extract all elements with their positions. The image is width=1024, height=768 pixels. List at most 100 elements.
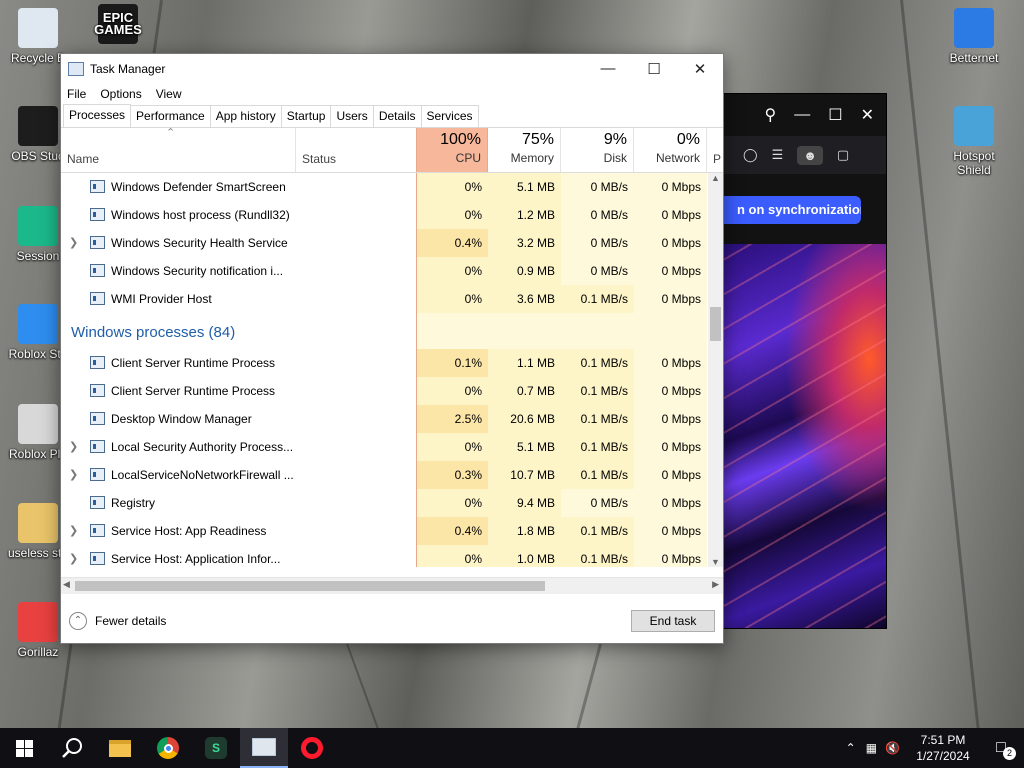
title-bar[interactable]: Task Manager — ☐ ✕ <box>61 54 723 83</box>
cpu-cell: 0% <box>416 285 488 313</box>
column-network-header[interactable]: 0% Network <box>634 128 707 172</box>
cpu-cell: 0% <box>416 433 488 461</box>
network-cell: 0 Mbps <box>634 257 707 285</box>
network-cell: 0 Mbps <box>634 349 707 377</box>
process-name: Windows Security Health Service <box>111 236 288 250</box>
close-button[interactable]: ✕ <box>677 54 723 83</box>
tab-details[interactable]: Details <box>372 105 422 127</box>
sync-banner-button[interactable]: n on synchronization <box>721 196 861 224</box>
table-row[interactable]: Windows Security notification i... 0% 0.9 … <box>61 257 723 285</box>
start-button[interactable] <box>0 728 48 768</box>
group-cpu-cell <box>416 313 488 349</box>
table-row[interactable]: ❯ LocalServiceNoNetworkFirewall ... 0.3% 10… <box>61 461 723 489</box>
tab-app-history[interactable]: App history <box>209 105 282 127</box>
table-row[interactable]: ❯ Service Host: Application Infor... 0% 1.0… <box>61 545 723 567</box>
cube-icon[interactable]: ▢ <box>837 147 849 163</box>
hotspot-shield-shortcut[interactable]: Hotspot Shield <box>936 106 1012 177</box>
column-name-header[interactable]: ⌃ Name <box>61 127 295 172</box>
scroll-down-icon[interactable]: ▼ <box>708 557 723 567</box>
search-button[interactable] <box>48 728 96 768</box>
vertical-scrollbar[interactable]: ▲ ▼ <box>708 173 723 567</box>
search-icon[interactable]: ⚲ <box>765 105 777 125</box>
session-icon <box>18 206 58 246</box>
camera-icon[interactable]: ◯ <box>743 147 758 163</box>
task-manager-taskbar-button[interactable] <box>240 728 288 768</box>
chrome-button[interactable] <box>144 728 192 768</box>
scroll-right-icon[interactable]: ▶ <box>712 579 719 590</box>
tab-processes[interactable]: Processes <box>63 104 132 127</box>
table-row[interactable]: ❯ Service Host: App Readiness 0.4% 1.8 MB 0.… <box>61 517 723 545</box>
betternet-shortcut[interactable]: Betternet <box>936 8 1012 65</box>
scroll-up-icon[interactable]: ▲ <box>708 173 723 183</box>
volume-muted-icon[interactable]: 🔇 <box>885 741 900 755</box>
tab-performance[interactable]: Performance <box>130 105 211 127</box>
fewer-details-link[interactable]: Fewer details <box>95 614 166 628</box>
table-row[interactable]: Windows host process (Rundll32) 0% 1.2 MB 0… <box>61 201 723 229</box>
process-status <box>295 349 416 377</box>
memory-cell: 9.4 MB <box>488 489 561 517</box>
table-row[interactable]: ❯ Local Security Authority Process... 0% 5.… <box>61 433 723 461</box>
process-name: Windows host process (Rundll32) <box>111 208 290 222</box>
menu-options[interactable]: Options <box>100 87 141 101</box>
session-button[interactable]: S <box>192 728 240 768</box>
taskbar: S ⌃ ▦ 🔇 7:51 PM 1/27/2024 □ 2 <box>0 728 1024 768</box>
table-row[interactable]: Client Server Runtime Process 0.1% 1.1 MB 0… <box>61 349 723 377</box>
column-cpu-header[interactable]: 100% CPU <box>416 128 488 172</box>
process-name: Service Host: Application Infor... <box>111 552 281 566</box>
table-row[interactable]: ❯ Windows Security Health Service 0.4% 3.2 … <box>61 229 723 257</box>
close-icon[interactable]: ✕ <box>861 105 874 125</box>
maximize-icon[interactable]: ☐ <box>828 105 842 125</box>
tab-startup[interactable]: Startup <box>280 105 332 127</box>
menu-file[interactable]: File <box>67 87 86 101</box>
process-name: Local Security Authority Process... <box>111 440 294 454</box>
network-cell: 0 Mbps <box>634 545 707 567</box>
epic-games-shortcut[interactable]: EPIC GAMES <box>88 4 148 47</box>
memory-cell: 3.2 MB <box>488 229 561 257</box>
horizontal-scrollbar[interactable]: ◀ ▶ <box>61 577 723 594</box>
task-manager-window[interactable]: Task Manager — ☐ ✕ File Options View Pro… <box>60 53 724 644</box>
browser-window[interactable]: ⚲ — ☐ ✕ ◯ ☰ ☻ ▢ n on synchronization <box>720 93 887 629</box>
table-row[interactable]: WMI Provider Host 0% 3.6 MB 0.1 MB/s 0 Mbps <box>61 285 723 313</box>
scroll-left-icon[interactable]: ◀ <box>63 579 70 590</box>
opera-button[interactable] <box>288 728 336 768</box>
table-row[interactable]: Registry 0% 9.4 MB 0 MB/s 0 Mbps <box>61 489 723 517</box>
end-task-button[interactable]: End task <box>631 610 715 632</box>
process-name: Windows Defender SmartScreen <box>111 180 286 194</box>
browser-toolbar: ◯ ☰ ☻ ▢ <box>721 136 886 174</box>
column-disk-header[interactable]: 9% Disk <box>561 128 634 172</box>
notification-center-button[interactable]: □ 2 <box>978 728 1024 768</box>
group-row[interactable]: Windows processes (84) <box>61 313 723 349</box>
maximize-button[interactable]: ☐ <box>631 54 677 83</box>
process-name: Client Server Runtime Process <box>111 384 276 398</box>
memory-label: Memory <box>510 151 554 165</box>
minimize-button[interactable]: — <box>585 54 631 83</box>
network-cell: 0 Mbps <box>634 433 707 461</box>
recycle-bin-icon <box>18 8 58 48</box>
scroll-thumb[interactable] <box>710 307 721 341</box>
disk-cell: 0 MB/s <box>561 257 634 285</box>
process-status <box>295 517 416 545</box>
table-row[interactable]: Desktop Window Manager 2.5% 20.6 MB 0.1 MB/… <box>61 405 723 433</box>
minimize-icon[interactable]: — <box>794 106 810 124</box>
chevron-up-icon[interactable]: ⌃ <box>69 612 87 630</box>
disk-total: 9% <box>603 131 627 148</box>
column-memory-header[interactable]: 75% Memory <box>488 128 561 172</box>
chevron-up-icon[interactable]: ⌃ <box>846 741 856 755</box>
tab-services[interactable]: Services <box>420 105 479 127</box>
table-row[interactable]: Client Server Runtime Process 0% 0.7 MB 0.1… <box>61 377 723 405</box>
network-icon[interactable]: ▦ <box>866 741 877 755</box>
table-row[interactable]: Windows Defender SmartScreen 0% 5.1 MB 0 MB… <box>61 173 723 201</box>
cpu-cell: 2.5% <box>416 405 488 433</box>
clock[interactable]: 7:51 PM 1/27/2024 <box>908 732 978 764</box>
settings-icon[interactable]: ☰ <box>772 147 784 163</box>
column-power-header[interactable]: P <box>711 128 723 172</box>
shortcut-label: Betternet <box>949 51 999 65</box>
column-status-header[interactable]: Status <box>295 128 416 172</box>
process-status <box>295 201 416 229</box>
cpu-cell: 0% <box>416 377 488 405</box>
horizontal-scroll-thumb[interactable] <box>75 581 545 591</box>
tab-users[interactable]: Users <box>330 105 374 127</box>
profile-icon[interactable]: ☻ <box>797 145 823 165</box>
file-explorer-button[interactable] <box>96 728 144 768</box>
menu-view[interactable]: View <box>156 87 182 101</box>
